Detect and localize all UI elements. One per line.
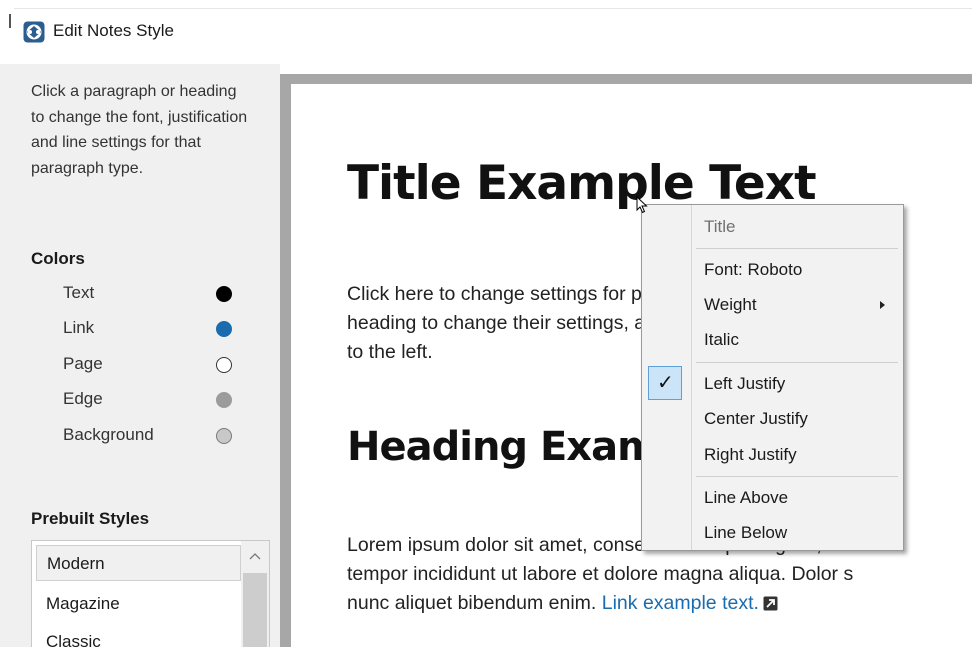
checkmark-icon: ✓: [657, 372, 674, 394]
color-swatch-background[interactable]: [216, 428, 232, 444]
menu-separator: [696, 248, 898, 249]
submenu-arrow-icon: [880, 301, 885, 309]
menu-item-line-below[interactable]: Line Below: [642, 516, 903, 550]
menu-item-label: Line Above: [704, 488, 789, 507]
window-title-bar: Edit Notes Style: [0, 0, 972, 64]
edge-mark: [9, 14, 11, 28]
style-item-classic[interactable]: Classic: [32, 624, 242, 647]
menu-item-italic[interactable]: Italic: [642, 323, 903, 357]
color-label: Link: [63, 318, 95, 337]
menu-item-label: Right Justify: [704, 445, 797, 464]
color-swatch-text[interactable]: [216, 286, 232, 302]
menu-item-label: Italic: [704, 330, 739, 349]
color-swatch-edge[interactable]: [216, 392, 232, 408]
context-menu: Title Font: Roboto Weight Italic ✓ Left …: [641, 204, 904, 551]
menu-item-line-above[interactable]: Line Above: [642, 481, 903, 515]
preview-paragraph-text: nunc aliquet bibendum enim.: [347, 592, 602, 614]
list-scrollbar[interactable]: [241, 541, 269, 647]
sidebar-instructions: Click a paragraph or heading to change t…: [31, 83, 248, 177]
menu-item-label: Left Justify: [704, 374, 786, 393]
preview-link[interactable]: Link example text.: [602, 592, 759, 614]
menu-item-label: Center Justify: [704, 409, 808, 428]
style-item-label: Modern: [47, 554, 105, 573]
color-row-background[interactable]: Background: [63, 421, 243, 451]
color-row-link[interactable]: Link: [63, 314, 243, 344]
color-label: Background: [63, 425, 154, 444]
color-label: Text: [63, 283, 95, 302]
menu-item-right-justify[interactable]: Right Justify: [642, 438, 903, 472]
menu-item-left-justify[interactable]: ✓ Left Justify: [642, 366, 903, 401]
color-row-edge[interactable]: Edge: [63, 385, 243, 415]
colors-heading: Colors: [31, 249, 85, 268]
scroll-up-button[interactable]: [241, 541, 269, 571]
color-label: Page: [63, 354, 103, 373]
prebuilt-styles-list[interactable]: Modern Magazine Classic: [31, 540, 270, 647]
menu-item-label: Line Below: [704, 523, 788, 542]
mouse-pointer-icon: [636, 196, 648, 214]
color-row-text[interactable]: Text: [63, 279, 243, 309]
color-row-page[interactable]: Page: [63, 350, 243, 380]
menu-item-label: Font: Roboto: [704, 260, 803, 279]
preview-paragraph-last-line[interactable]: nunc aliquet bibendum enim. Link example…: [347, 589, 972, 618]
preview-title[interactable]: Title Example Text: [347, 156, 817, 211]
preview-paragraph-line[interactable]: tempor incididunt ut labore et dolore ma…: [347, 560, 972, 589]
menu-separator: [696, 362, 898, 363]
chevron-up-icon: [249, 553, 261, 560]
color-swatch-link[interactable]: [216, 321, 232, 337]
checkmark-highlight: ✓: [648, 366, 682, 400]
color-swatch-page[interactable]: [216, 357, 232, 373]
app-logo-icon: [23, 21, 45, 43]
window-title: Edit Notes Style: [53, 21, 174, 40]
top-divider: [14, 8, 972, 9]
menu-header-label: Title: [704, 217, 736, 236]
external-link-icon: [763, 596, 778, 611]
style-item-magazine[interactable]: Magazine: [32, 586, 242, 622]
style-item-modern[interactable]: Modern: [36, 545, 241, 581]
menu-item-center-justify[interactable]: Center Justify: [642, 402, 903, 436]
menu-item-weight[interactable]: Weight: [642, 288, 903, 322]
prebuilt-styles-heading: Prebuilt Styles: [31, 509, 150, 528]
scroll-thumb[interactable]: [243, 573, 267, 647]
menu-item-font[interactable]: Font: Roboto: [642, 253, 903, 287]
style-item-label: Magazine: [46, 594, 120, 613]
menu-header-title: Title: [642, 210, 903, 244]
menu-separator: [696, 476, 898, 477]
menu-item-label: Weight: [704, 295, 757, 314]
color-label: Edge: [63, 389, 103, 408]
style-item-label: Classic: [46, 632, 101, 647]
